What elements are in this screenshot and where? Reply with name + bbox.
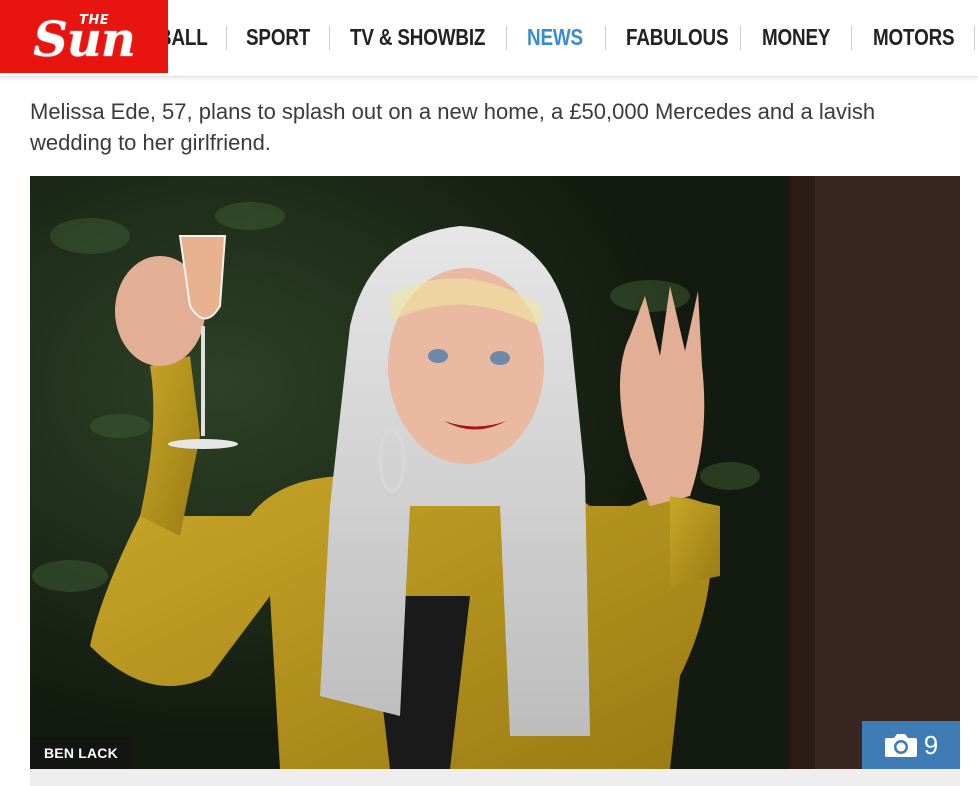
nav-separator <box>974 26 975 50</box>
camera-icon <box>884 734 917 757</box>
article-standfirst: Melissa Ede, 57, plans to splash out on … <box>30 99 876 155</box>
nav-separator <box>506 26 507 50</box>
nav-separator <box>226 26 227 50</box>
nav-item-sport[interactable]: SPORT <box>246 24 310 51</box>
hero-photo-illustration <box>30 176 960 769</box>
nav-item-news[interactable]: NEWS <box>527 24 583 51</box>
nav-item-money[interactable]: MONEY <box>762 24 831 51</box>
below-image-strip <box>30 769 960 786</box>
nav-item-tv-showbiz[interactable]: TV & SHOWBIZ <box>350 24 485 51</box>
top-navigation: THE Sun BALL SPORT TV & SHOWBIZ NEWS FAB… <box>0 0 978 77</box>
nav-separator <box>329 26 330 50</box>
gallery-button[interactable]: 9 <box>862 721 960 769</box>
nav-separator <box>851 26 852 50</box>
nav-separator <box>740 26 741 50</box>
nav-item-fabulous[interactable]: FABULOUS <box>626 24 729 51</box>
the-sun-logo[interactable]: THE Sun <box>0 0 168 73</box>
article-hero-image[interactable]: BEN LACK 9 <box>30 176 960 769</box>
nav-item-motors[interactable]: MOTORS <box>873 24 955 51</box>
gallery-count: 9 <box>923 729 939 760</box>
photo-credit: BEN LACK <box>30 737 132 769</box>
logo-small-text: THE <box>79 13 110 28</box>
nav-separator <box>605 26 606 50</box>
